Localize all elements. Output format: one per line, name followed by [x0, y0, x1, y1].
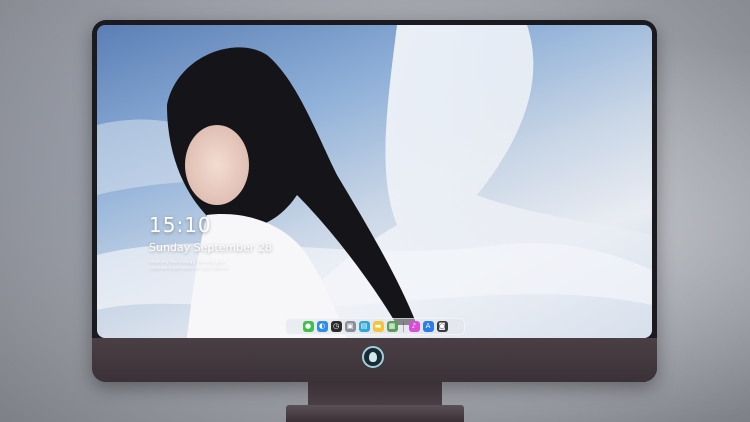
- app-store-icon[interactable]: A: [422, 321, 434, 332]
- dock: ● ◐ ◷ ▣ ▤ ▬ ▦ ♪ A ◙: [285, 318, 465, 335]
- finder-icon[interactable]: ◐: [316, 321, 328, 332]
- notes-icon[interactable]: ▬: [372, 321, 384, 332]
- photos-viewer-icon[interactable]: ▦: [386, 321, 398, 332]
- desktop-screen: 15:10 Sunday September 28 Intensity tech…: [97, 25, 652, 338]
- monitor-stand-base: [286, 405, 464, 422]
- clock-tip-text: Intensity technology. Elevate your creat…: [149, 260, 230, 271]
- clock-icon[interactable]: ◷: [330, 321, 342, 332]
- wallpaper-image: [97, 25, 652, 338]
- camera-icon[interactable]: ◙: [436, 321, 448, 332]
- lock-clock: 15:10 Sunday September 28 Intensity tech…: [149, 213, 272, 272]
- dock-separator: [402, 321, 404, 332]
- monitor: 15:10 Sunday September 28 Intensity tech…: [92, 20, 657, 382]
- preview-icon[interactable]: ▣: [344, 321, 356, 332]
- clock-date: Sunday September 28: [149, 241, 272, 254]
- brand-logo-icon: [362, 346, 384, 368]
- music-icon[interactable]: ♪: [408, 321, 420, 332]
- clock-time: 15:10: [149, 213, 212, 237]
- claquette-icon[interactable]: ▤: [358, 321, 370, 332]
- messages-icon[interactable]: ●: [302, 321, 314, 332]
- monitor-chin: [92, 338, 657, 382]
